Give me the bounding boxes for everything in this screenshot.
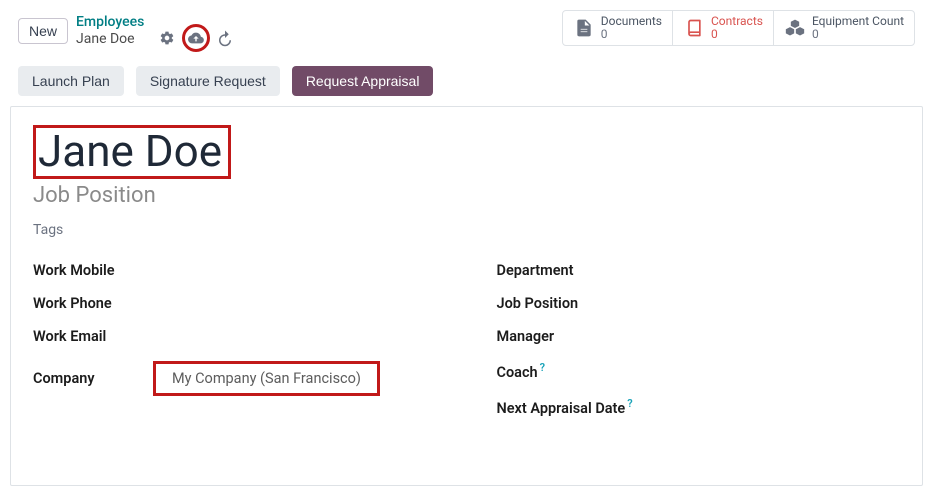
department-label: Department — [497, 262, 574, 279]
documents-value: 0 — [601, 28, 662, 41]
stat-buttons: Documents 0 Contracts 0 Equipment Count … — [562, 10, 915, 46]
breadcrumb-current: Jane Doe — [76, 31, 144, 48]
job-position-row: Job Position — [497, 287, 901, 320]
form-sheet: Jane Doe Job Position Tags Work Mobile W… — [10, 106, 923, 486]
next-appraisal-label-text: Next Appraisal Date — [497, 400, 626, 417]
job-position-placeholder[interactable]: Job Position — [33, 183, 900, 208]
contracts-stat-text: Contracts 0 — [711, 15, 763, 41]
employee-name-field[interactable]: Jane Doe — [38, 128, 222, 174]
launch-plan-button[interactable]: Launch Plan — [18, 66, 124, 96]
employee-name-highlight: Jane Doe — [33, 125, 231, 179]
equipment-stat-text: Equipment Count 0 — [812, 15, 904, 41]
discard-icon[interactable] — [216, 29, 234, 47]
work-phone-label: Work Phone — [33, 295, 153, 312]
tags-field[interactable]: Tags — [33, 222, 900, 238]
form-col-left: Work Mobile Work Phone Work Email Compan… — [33, 254, 437, 425]
work-mobile-label: Work Mobile — [33, 262, 153, 279]
equipment-stat[interactable]: Equipment Count 0 — [773, 10, 915, 46]
help-icon[interactable]: ? — [627, 397, 632, 410]
signature-request-button[interactable]: Signature Request — [136, 66, 280, 96]
work-email-label: Work Email — [33, 328, 153, 345]
action-button-row: Launch Plan Signature Request Request Ap… — [0, 60, 933, 106]
contracts-label: Contracts — [711, 15, 763, 28]
breadcrumb: Employees Jane Doe — [76, 14, 144, 48]
coach-label: Coach? — [497, 361, 546, 381]
documents-stat-text: Documents 0 — [601, 15, 662, 41]
manager-label: Manager — [497, 328, 555, 345]
gear-icon[interactable] — [158, 29, 176, 47]
form-col-right: Department Job Position Manager Coach? N… — [497, 254, 901, 425]
company-row: Company My Company (San Francisco) — [33, 353, 437, 404]
company-label: Company — [33, 370, 153, 387]
equipment-label: Equipment Count — [812, 15, 904, 28]
documents-label: Documents — [601, 15, 662, 28]
breadcrumb-root[interactable]: Employees — [76, 14, 144, 31]
work-email-row: Work Email — [33, 320, 437, 353]
company-value-highlight[interactable]: My Company (San Francisco) — [153, 361, 380, 396]
cloud-save-icon[interactable] — [182, 24, 210, 52]
top-bar: New Employees Jane Doe Documents 0 — [0, 0, 933, 60]
top-left-group: New Employees Jane Doe — [18, 10, 234, 52]
next-appraisal-row: Next Appraisal Date? — [497, 389, 901, 425]
header-action-icons — [158, 24, 234, 52]
form-columns: Work Mobile Work Phone Work Email Compan… — [33, 254, 900, 425]
next-appraisal-label: Next Appraisal Date? — [497, 397, 633, 417]
manager-row: Manager — [497, 320, 901, 353]
request-appraisal-button[interactable]: Request Appraisal — [292, 66, 434, 96]
contracts-value: 0 — [711, 28, 763, 41]
documents-stat[interactable]: Documents 0 — [562, 10, 673, 46]
work-phone-row: Work Phone — [33, 287, 437, 320]
department-row: Department — [497, 254, 901, 287]
help-icon[interactable]: ? — [540, 361, 545, 374]
book-icon — [683, 17, 705, 39]
cubes-icon — [784, 17, 806, 39]
work-mobile-row: Work Mobile — [33, 254, 437, 287]
coach-row: Coach? — [497, 353, 901, 389]
equipment-value: 0 — [812, 28, 904, 41]
coach-label-text: Coach — [497, 364, 538, 381]
contracts-stat[interactable]: Contracts 0 — [672, 10, 774, 46]
document-icon — [573, 17, 595, 39]
new-button[interactable]: New — [18, 18, 68, 44]
job-position-label: Job Position — [497, 295, 579, 312]
